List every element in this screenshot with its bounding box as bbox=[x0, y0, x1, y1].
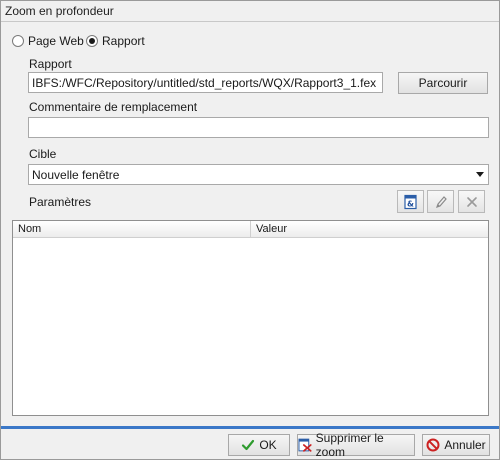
column-header-value[interactable]: Valeur bbox=[256, 223, 287, 235]
parameters-table[interactable]: Nom Valeur bbox=[12, 220, 489, 416]
browse-button[interactable]: Parcourir bbox=[398, 72, 488, 94]
parameters-label: Paramètres bbox=[29, 195, 92, 209]
cancel-button-label: Annuler bbox=[444, 438, 486, 452]
ok-button[interactable]: OK bbox=[228, 434, 290, 456]
checkmark-icon bbox=[242, 439, 255, 451]
cancel-button[interactable]: Annuler bbox=[422, 434, 490, 456]
chevron-down-icon[interactable] bbox=[471, 165, 488, 184]
remove-drilldown-label: Supprimer le zoom bbox=[315, 431, 384, 459]
add-parameter-button[interactable]: & bbox=[397, 190, 424, 213]
column-header-name[interactable]: Nom bbox=[18, 223, 41, 235]
target-label: Cible bbox=[29, 147, 57, 161]
add-parameter-icon: & bbox=[403, 194, 417, 209]
title-bar[interactable]: Zoom en profondeur bbox=[1, 1, 499, 22]
report-path-input[interactable]: IBFS:/WFC/Repository/untitled/std_report… bbox=[28, 72, 383, 93]
browse-button-label: Parcourir bbox=[418, 76, 468, 90]
remove-drilldown-icon bbox=[298, 438, 312, 452]
radio-page-web-button[interactable] bbox=[12, 35, 24, 47]
radio-page-web-label: Page Web bbox=[28, 34, 84, 48]
alt-comment-label: Commentaire de remplacement bbox=[29, 100, 198, 114]
table-header: Nom Valeur bbox=[13, 221, 488, 238]
remove-drilldown-button[interactable]: Supprimer le zoom bbox=[297, 431, 415, 459]
radio-page-web[interactable]: Page Web bbox=[12, 33, 84, 49]
delete-parameter-button[interactable] bbox=[458, 190, 485, 213]
cancel-icon bbox=[426, 438, 440, 452]
report-label: Rapport bbox=[29, 57, 72, 71]
ok-button-label: OK bbox=[259, 438, 277, 452]
window-title: Zoom en profondeur bbox=[5, 4, 114, 18]
alt-comment-input[interactable] bbox=[28, 117, 489, 138]
target-select-value: Nouvelle fenêtre bbox=[32, 168, 120, 182]
edit-parameter-button[interactable] bbox=[427, 190, 454, 213]
pencil-icon bbox=[435, 195, 447, 208]
radio-rapport-label: Rapport bbox=[102, 34, 145, 48]
radio-rapport[interactable]: Rapport bbox=[86, 33, 145, 49]
target-select[interactable]: Nouvelle fenêtre bbox=[28, 164, 489, 185]
delete-icon bbox=[466, 196, 477, 207]
drilldown-dialog: Zoom en profondeur Page Web Rapport Rapp… bbox=[0, 0, 500, 460]
svg-text:&: & bbox=[407, 199, 414, 208]
column-divider[interactable] bbox=[250, 221, 251, 238]
radio-rapport-button[interactable] bbox=[86, 35, 98, 47]
footer-bar: OK Supprimer le zoom Annuler bbox=[1, 429, 499, 459]
